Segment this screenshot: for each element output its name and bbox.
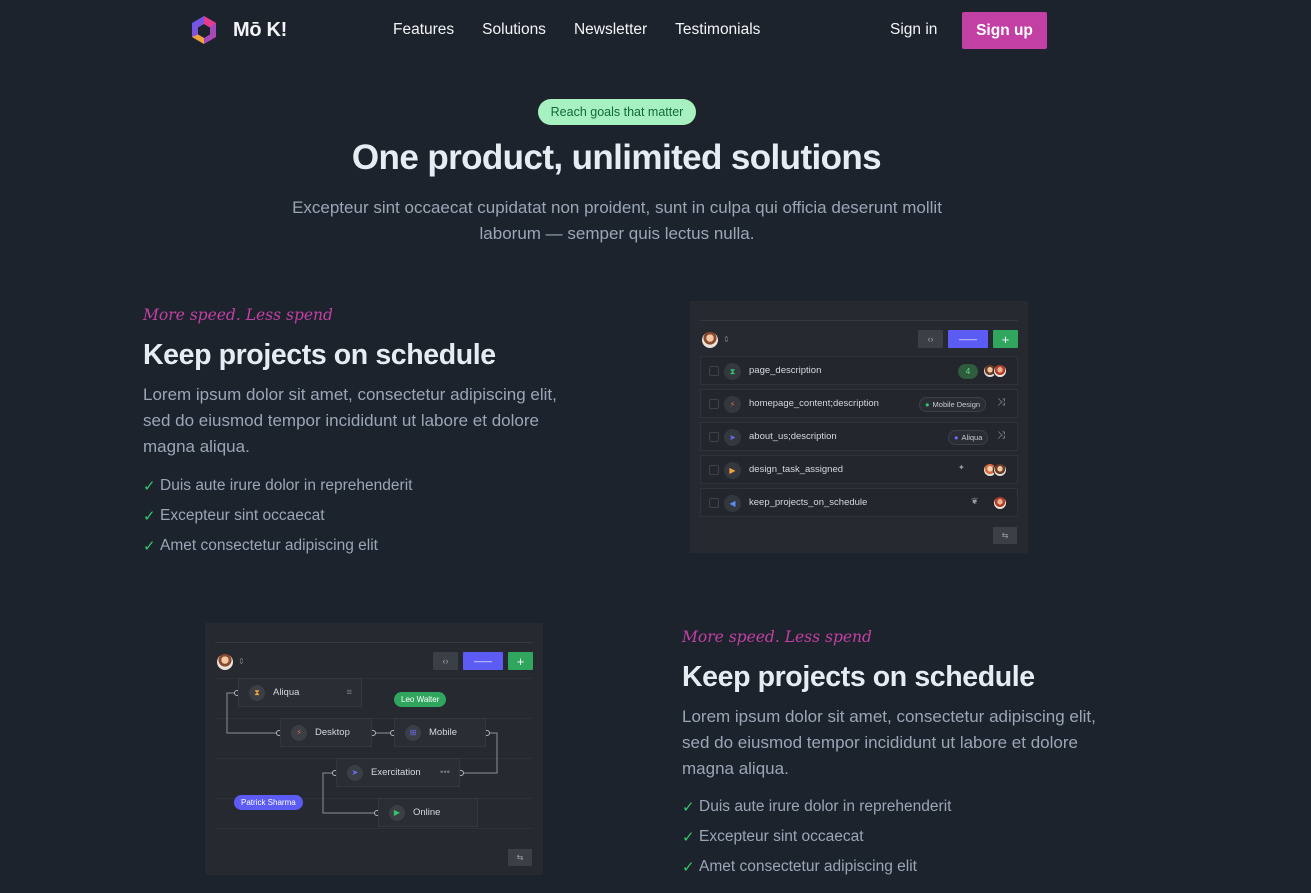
brand-name: Mō K! (233, 18, 288, 41)
top-nav: Mō K! Features Solutions Newsletter Test… (0, 0, 1311, 62)
hero-subtitle: Excepteur sint occaecat cupidatat non pr… (292, 198, 942, 243)
bolt-icon: ⚡ (724, 396, 741, 413)
play-icon: ▶ (389, 804, 405, 821)
grid-icon: ⊞ (405, 724, 421, 741)
check-icon: ✓ (143, 478, 156, 495)
hourglass-icon: ⧗ (249, 684, 265, 701)
feature-1-description: Lorem ipsum dolor sit amet, consectetur … (143, 385, 557, 456)
task-row: ▶ design_task_assigned ✦ (700, 455, 1018, 484)
list-item: ✓ Amet consectetur adipiscing elit (143, 537, 378, 555)
feature-1-bullets: ✓ Duis aute irure dolor in reprehenderit … (143, 471, 412, 561)
hero-title: One product, unlimited solutions (351, 138, 882, 177)
flow-mockup: ⇕ ‹› —— + ⧗ Aliqua ≡ ⚡ Desktop ⊞ Mobile … (205, 623, 543, 875)
task-list-mockup: ⇕ ‹› —— + ⧗ page_description 4 ⚡ homepag… (690, 301, 1028, 553)
settings-icon: ⇆ (993, 527, 1017, 544)
checkbox (709, 366, 719, 376)
assignee-chip: Patrick Sharma (234, 795, 303, 810)
plus-icon: + (993, 330, 1018, 348)
send-icon: ➤ (347, 764, 363, 781)
feature-2-title: Keep projects on schedule (682, 661, 1035, 693)
feature-1-eyebrow: More speed. Less spend (143, 306, 333, 324)
play-icon: ▶ (724, 462, 741, 479)
list-item: ✓ Excepteur sint occaecat (143, 507, 325, 525)
sparkle-icon: ✦ (958, 463, 965, 472)
flow-node: ⊞ Mobile (394, 718, 486, 747)
settings-icon: ⇆ (508, 849, 532, 866)
minus-icon: —— (948, 330, 988, 348)
nav-link-features[interactable]: Features (393, 21, 454, 39)
leaf-icon: ❦ (971, 496, 979, 506)
flow-node: ⧗ Aliqua ≡ (238, 678, 362, 707)
nav-link-testimonials[interactable]: Testimonials (675, 21, 760, 39)
sign-in-link[interactable]: Sign in (890, 21, 937, 39)
task-row: ⚡ homepage_content;description ● Mobile D… (700, 389, 1018, 418)
assignee-chip: Leo Walter (394, 692, 447, 707)
check-icon: ✓ (682, 829, 695, 846)
list-item: ✓ Duis aute irure dolor in reprehenderit (143, 477, 413, 495)
sign-up-button[interactable]: Sign up (962, 12, 1047, 49)
feature-1-title: Keep projects on schedule (143, 339, 496, 371)
list-item: ✓ Excepteur sint occaecat (682, 828, 864, 846)
avatar (993, 364, 1007, 378)
speaker-icon: ◀ (724, 495, 741, 512)
menu-icon: ≡ (346, 687, 352, 698)
flow-node: ➤ Exercitation ••• (336, 758, 460, 787)
checkbox (709, 465, 719, 475)
nav-links: Features Solutions Newsletter Testimonia… (393, 21, 788, 39)
avatar (993, 496, 1007, 510)
shuffle-icon: ⤨ (997, 397, 1005, 408)
check-icon: ✓ (143, 508, 156, 525)
task-row: ⧗ page_description 4 (700, 356, 1018, 385)
avatar (993, 463, 1007, 477)
task-row: ➤ about_us;description ● Aliqua ⤨ (700, 422, 1018, 451)
checkbox (709, 432, 719, 442)
hero-pill-badge: Reach goals that matter (538, 99, 696, 125)
checkbox (709, 498, 719, 508)
bolt-icon: ⚡ (291, 724, 307, 741)
flow-connectors (226, 690, 498, 816)
shuffle-icon: ⤨ (997, 430, 1005, 441)
code-icon: ‹› (918, 330, 943, 348)
feature-2-description: Lorem ipsum dolor sit amet, consectetur … (682, 707, 1096, 778)
feature-2-eyebrow: More speed. Less spend (682, 628, 872, 646)
more-icon: ••• (440, 767, 450, 778)
list-item: ✓ Amet consectetur adipiscing elit (682, 858, 917, 876)
hourglass-icon: ⧗ (724, 363, 741, 380)
nav-link-newsletter[interactable]: Newsletter (574, 21, 647, 39)
check-icon: ✓ (682, 859, 695, 876)
brand-logo[interactable]: Mō K! (189, 15, 287, 45)
feature-2-bullets: ✓ Duis aute irure dolor in reprehenderit … (682, 792, 951, 882)
flow-node: ⚡ Desktop (280, 718, 372, 747)
nav-link-solutions[interactable]: Solutions (482, 21, 546, 39)
check-icon: ✓ (143, 538, 156, 555)
logo-icon (192, 16, 216, 44)
task-row: ◀ keep_projects_on_schedule ❦ (700, 488, 1018, 517)
avatar (702, 332, 718, 348)
flow-node: ▶ Online (378, 798, 478, 827)
check-icon: ✓ (682, 799, 695, 816)
list-item: ✓ Duis aute irure dolor in reprehenderit (682, 798, 952, 816)
send-icon: ➤ (724, 429, 741, 446)
checkbox (709, 399, 719, 409)
caret-icon: ⇕ (723, 335, 730, 344)
